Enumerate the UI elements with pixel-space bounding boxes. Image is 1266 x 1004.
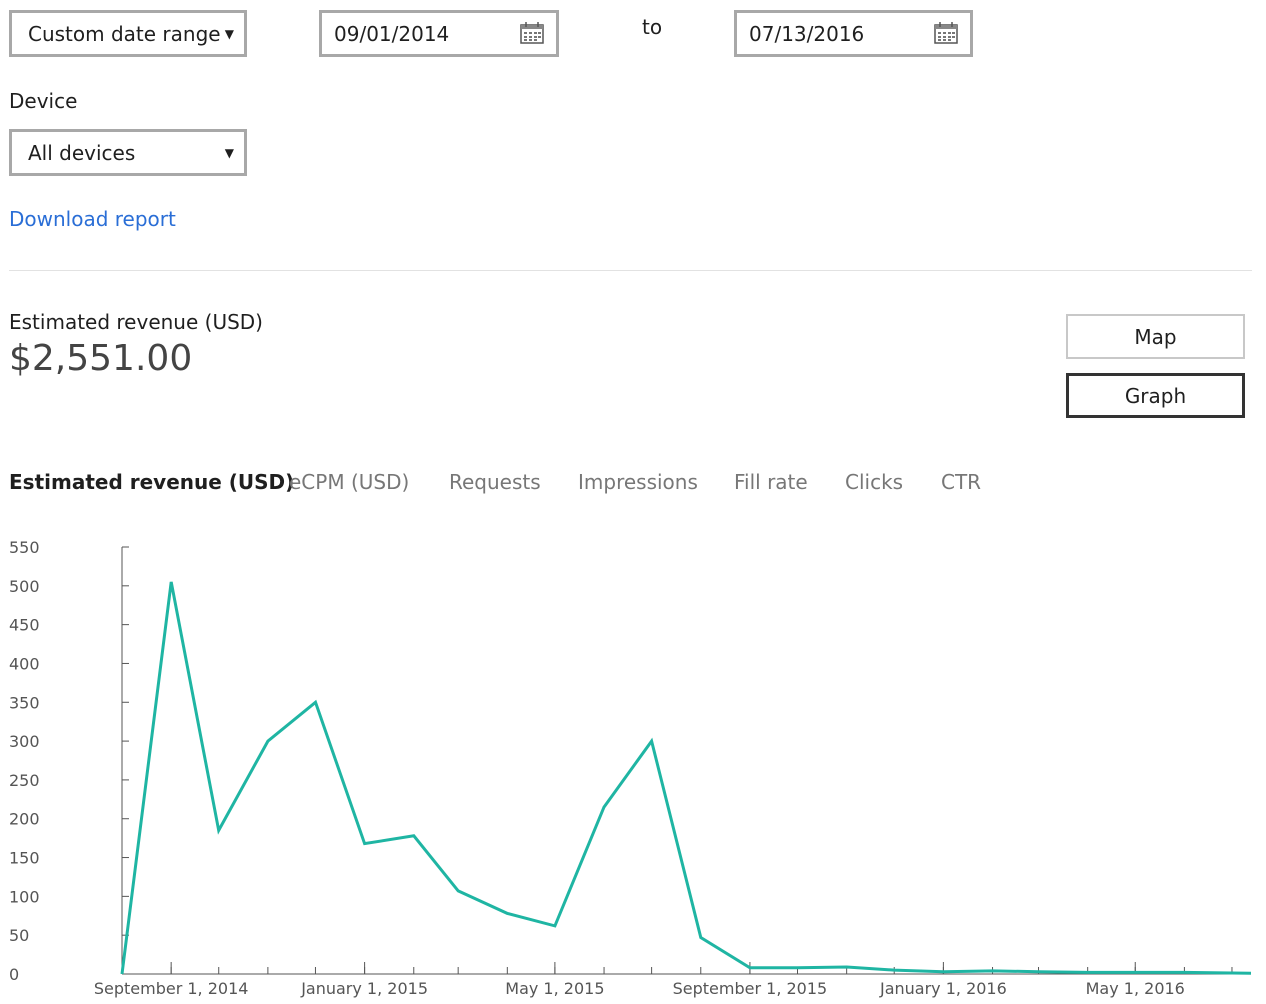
y-tick-label: 450 bbox=[9, 616, 40, 635]
x-tick-label: September 1, 2014 bbox=[94, 979, 249, 998]
start-date-field[interactable] bbox=[319, 10, 559, 57]
revenue-summary-label: Estimated revenue (USD) bbox=[9, 310, 263, 334]
device-select[interactable]: All devices ▼ bbox=[9, 129, 247, 176]
tab-ctr[interactable]: CTR bbox=[941, 470, 981, 494]
y-tick-label: 350 bbox=[9, 693, 40, 712]
start-date-input[interactable] bbox=[322, 20, 506, 47]
x-tick-label: September 1, 2015 bbox=[673, 979, 828, 998]
y-tick-label: 150 bbox=[9, 849, 40, 868]
x-tick-label: May 1, 2015 bbox=[505, 979, 604, 998]
x-tick-label: May 1, 2016 bbox=[1086, 979, 1185, 998]
y-tick-label: 400 bbox=[9, 654, 40, 673]
download-report-link[interactable]: Download report bbox=[9, 207, 176, 231]
x-tick-label: January 1, 2015 bbox=[300, 979, 428, 998]
y-tick-label: 550 bbox=[9, 538, 40, 557]
end-date-input[interactable] bbox=[737, 20, 921, 47]
y-tick-label: 200 bbox=[9, 810, 40, 829]
series-line bbox=[120, 581, 1252, 975]
date-range-select[interactable]: Custom date range ▼ bbox=[9, 10, 247, 57]
revenue-line-chart: 0 50 100 150 200 250 300 350 400 450 500 550 Septemb… bbox=[9, 538, 1252, 998]
tab-impressions[interactable]: Impressions bbox=[578, 470, 698, 494]
device-select-value: All devices bbox=[28, 140, 136, 165]
calendar-icon[interactable] bbox=[520, 22, 544, 44]
x-tick-label: January 1, 2016 bbox=[879, 979, 1007, 998]
page: Custom date range ▼ to bbox=[0, 0, 1266, 1004]
tab-clicks[interactable]: Clicks bbox=[845, 470, 903, 494]
tab-ecpm[interactable]: eCPM (USD) bbox=[289, 470, 409, 494]
calendar-icon[interactable] bbox=[934, 22, 958, 44]
y-tick-label: 300 bbox=[9, 732, 40, 751]
y-tick-label: 250 bbox=[9, 771, 40, 790]
y-tick-label: 0 bbox=[9, 965, 19, 984]
y-tick-label: 100 bbox=[9, 887, 40, 906]
section-divider bbox=[9, 270, 1252, 271]
chevron-down-icon: ▼ bbox=[224, 26, 234, 41]
to-label: to bbox=[642, 15, 663, 39]
revenue-summary-value: $2,551.00 bbox=[9, 338, 193, 379]
tab-estimated-revenue[interactable]: Estimated revenue (USD) bbox=[9, 470, 294, 494]
y-tick-label: 50 bbox=[9, 926, 29, 945]
date-range-select-value: Custom date range bbox=[28, 21, 221, 46]
chevron-down-icon: ▼ bbox=[224, 145, 234, 160]
map-view-button[interactable]: Map bbox=[1066, 314, 1245, 359]
graph-view-button[interactable]: Graph bbox=[1066, 373, 1245, 418]
device-label: Device bbox=[9, 89, 78, 113]
tab-fill-rate[interactable]: Fill rate bbox=[734, 470, 808, 494]
y-tick-label: 500 bbox=[9, 577, 40, 596]
tab-requests[interactable]: Requests bbox=[449, 470, 541, 494]
end-date-field[interactable] bbox=[734, 10, 973, 57]
